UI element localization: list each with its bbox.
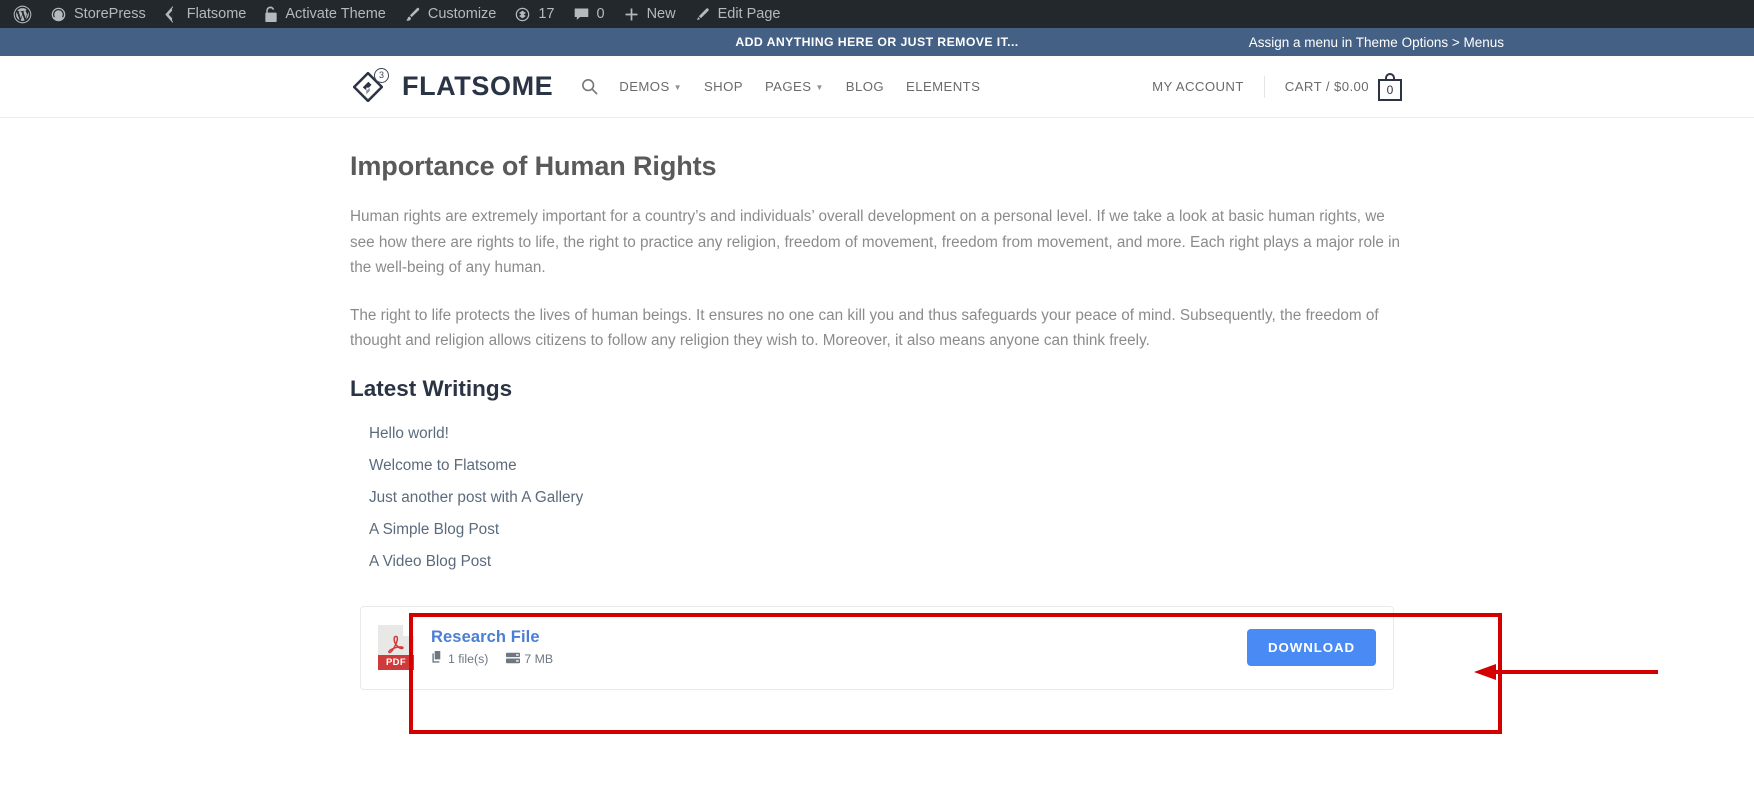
admin-bar-updates-count: 17 xyxy=(538,5,555,22)
main-navigation: DEMOS ▼ SHOP PAGES ▼ BLOG ELEMENTS xyxy=(578,56,991,118)
cart-item-count: 0 xyxy=(1378,78,1402,101)
logo-wordmark: FLATSOME xyxy=(402,71,554,101)
search-icon[interactable] xyxy=(578,56,608,118)
header-inner: 3 FLATSOME DEMOS ▼ SHOP PAGES ▼ BLOG ELE… xyxy=(350,56,1404,118)
cart-total-label: CART / $0.00 xyxy=(1284,79,1369,94)
flatsome-icon xyxy=(164,5,180,23)
admin-bar-new-content[interactable]: New xyxy=(614,0,685,28)
site-header: 3 FLATSOME DEMOS ▼ SHOP PAGES ▼ BLOG ELE… xyxy=(0,56,1754,118)
site-logo[interactable]: 3 FLATSOME xyxy=(350,65,553,109)
file-count-label: 1 file(s) xyxy=(448,652,489,666)
chevron-down-icon: ▼ xyxy=(815,83,824,92)
updates-icon xyxy=(514,6,531,23)
pdf-file-icon: PDF xyxy=(378,625,414,670)
cart-link[interactable]: CART / $0.00 0 xyxy=(1265,72,1404,101)
admin-bar-flatsome-label: Flatsome xyxy=(186,5,247,22)
nav-item-blog[interactable]: BLOG xyxy=(835,56,895,118)
admin-bar-comments-count: 0 xyxy=(596,5,605,22)
list-item[interactable]: Welcome to Flatsome xyxy=(369,450,1404,482)
download-section: PDF Research File 1 file(s) 7 MB DOWNLOA… xyxy=(350,596,1404,700)
paragraph-1: Human rights are extremely important for… xyxy=(350,208,1401,276)
admin-bar-activate-theme[interactable]: Activate Theme xyxy=(255,0,394,28)
admin-bar-site-name[interactable]: StorePress xyxy=(41,0,155,28)
unlock-icon xyxy=(264,6,278,23)
shopping-bag-icon: 0 xyxy=(1378,72,1404,101)
logo-version-badge: 3 xyxy=(374,67,389,83)
admin-bar-wp-logo[interactable] xyxy=(4,0,41,28)
nav-item-elements-label: ELEMENTS xyxy=(906,79,981,94)
comment-bubble-icon xyxy=(573,6,590,23)
nav-item-demos[interactable]: DEMOS ▼ xyxy=(608,56,693,118)
nav-item-demos-label: DEMOS xyxy=(619,79,670,94)
chevron-down-icon: ▼ xyxy=(673,83,682,92)
file-count-chip: 1 file(s) xyxy=(431,651,488,667)
admin-bar-site-name-label: StorePress xyxy=(74,5,146,22)
my-account-link[interactable]: MY ACCOUNT xyxy=(1152,75,1265,98)
nav-item-elements[interactable]: ELEMENTS xyxy=(895,56,991,118)
admin-bar-updates[interactable]: 17 xyxy=(505,0,563,28)
download-card: PDF Research File 1 file(s) 7 MB DOWNLOA… xyxy=(360,605,1394,690)
download-file-title[interactable]: Research File xyxy=(431,628,553,647)
pdf-label: PDF xyxy=(378,655,414,670)
flatsome-logo-mark: 3 xyxy=(350,65,394,109)
annotation-arrow xyxy=(1474,664,1658,680)
wordpress-logo-icon xyxy=(13,5,32,24)
nav-item-pages[interactable]: PAGES ▼ xyxy=(754,56,835,118)
top-notice-message: ADD ANYTHING HERE OR JUST REMOVE IT... xyxy=(735,35,1019,49)
header-right-area: MY ACCOUNT CART / $0.00 0 xyxy=(1152,56,1404,118)
list-item[interactable]: A Simple Blog Post xyxy=(369,514,1404,546)
wp-admin-bar: StorePress Flatsome Activate Theme Custo… xyxy=(0,0,1754,28)
nav-item-blog-label: BLOG xyxy=(845,79,885,94)
admin-bar-flatsome[interactable]: Flatsome xyxy=(155,0,256,28)
file-size-chip: 7 MB xyxy=(506,652,553,667)
top-notice-bar: ADD ANYTHING HERE OR JUST REMOVE IT... A… xyxy=(0,28,1754,56)
download-button[interactable]: DOWNLOAD xyxy=(1247,629,1376,666)
admin-bar-customize-label: Customize xyxy=(427,5,497,22)
admin-bar-new-content-label: New xyxy=(646,5,676,22)
nav-item-pages-label: PAGES xyxy=(764,79,812,94)
list-item[interactable]: Hello world! xyxy=(369,418,1404,450)
nav-item-shop-label: SHOP xyxy=(703,79,743,94)
latest-writings-list: Hello world! Welcome to Flatsome Just an… xyxy=(350,418,1404,578)
admin-bar-customize[interactable]: Customize xyxy=(395,0,506,28)
list-item[interactable]: A Video Blog Post xyxy=(369,546,1404,578)
page-content: Importance of Human Rights Human rights … xyxy=(350,118,1404,700)
admin-bar-edit-page[interactable]: Edit Page xyxy=(685,0,790,28)
hard-drive-icon xyxy=(506,652,521,667)
download-meta: Research File 1 file(s) 7 MB xyxy=(431,628,553,667)
admin-bar-comments[interactable]: 0 xyxy=(564,0,614,28)
nav-item-shop[interactable]: SHOP xyxy=(693,56,754,118)
download-file-stats: 1 file(s) 7 MB xyxy=(431,651,553,667)
list-item[interactable]: Just another post with A Gallery xyxy=(369,482,1404,514)
paragraph-2: The right to life protects the lives of … xyxy=(350,306,1379,350)
dashboard-icon xyxy=(50,6,67,23)
admin-bar-activate-theme-label: Activate Theme xyxy=(285,5,386,22)
files-stack-icon xyxy=(431,651,444,667)
admin-bar-edit-page-label: Edit Page xyxy=(717,5,781,22)
pencil-icon xyxy=(694,6,711,23)
plus-icon xyxy=(623,6,640,23)
brush-icon xyxy=(404,6,421,23)
file-size-label: 7 MB xyxy=(524,652,554,666)
page-title: Importance of Human Rights xyxy=(350,151,717,181)
section-title-latest-writings: Latest Writings xyxy=(350,375,513,401)
assign-menu-link[interactable]: Assign a menu in Theme Options > Menus xyxy=(1249,35,1504,50)
